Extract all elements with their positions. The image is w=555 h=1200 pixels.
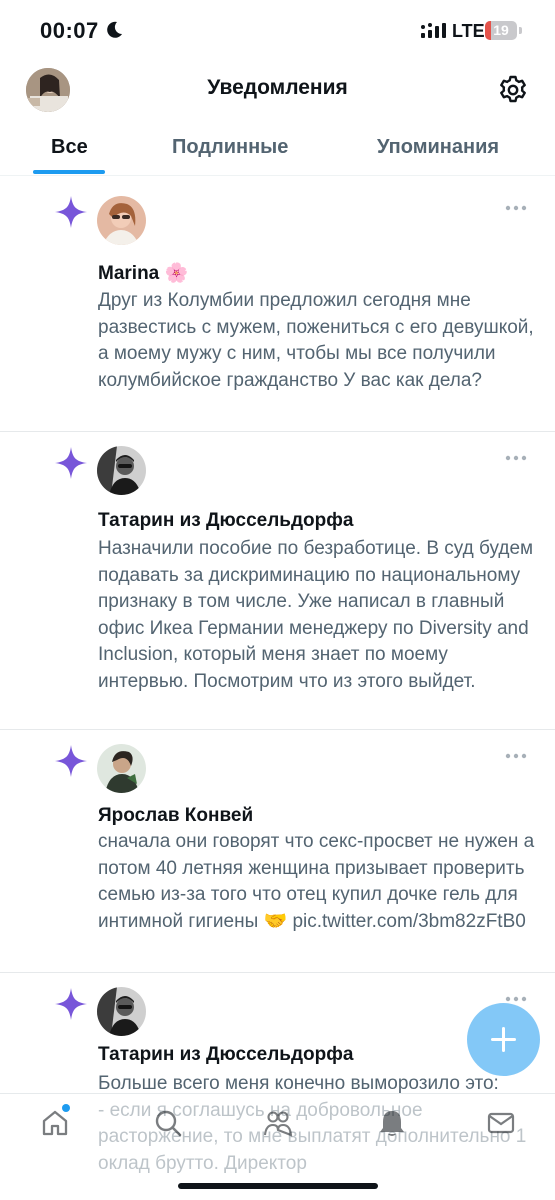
avatar[interactable] bbox=[97, 446, 146, 495]
battery-level: 19 bbox=[493, 22, 509, 38]
avatar-photo bbox=[97, 196, 146, 245]
tab-mentions[interactable]: Упоминания bbox=[377, 136, 499, 159]
more-options-icon[interactable] bbox=[505, 205, 527, 211]
tab-all[interactable]: Все bbox=[51, 136, 88, 159]
avatar[interactable] bbox=[97, 744, 146, 793]
network-type: LTE bbox=[452, 21, 485, 41]
gear-icon[interactable] bbox=[497, 74, 529, 106]
author-name[interactable]: Татарин из Дюссельдорфа bbox=[98, 510, 353, 532]
post-text: сначала они говорят что секс-просвет не … bbox=[98, 831, 535, 932]
sparkle-icon bbox=[55, 196, 87, 228]
author-name[interactable]: Ярослав Конвей bbox=[98, 805, 253, 827]
communities-icon[interactable] bbox=[263, 1108, 293, 1138]
tab-verified[interactable]: Подлинные bbox=[172, 136, 288, 159]
more-options-icon[interactable] bbox=[505, 455, 527, 461]
active-tab-indicator bbox=[33, 170, 105, 174]
avatar[interactable] bbox=[97, 987, 146, 1036]
avatar-photo bbox=[97, 446, 146, 495]
notification-item[interactable]: Татарин из Дюссельдорфа Назначили пособи… bbox=[0, 432, 555, 730]
more-options-icon[interactable] bbox=[505, 996, 527, 1002]
battery-indicator: 19 bbox=[485, 21, 517, 40]
post-text: Назначили пособие по безработице. В суд … bbox=[98, 538, 534, 692]
author-name[interactable]: Marina 🌸 bbox=[98, 261, 188, 285]
avatar[interactable] bbox=[97, 196, 146, 245]
more-options-icon[interactable] bbox=[505, 753, 527, 759]
page-title: Уведомления bbox=[207, 76, 348, 99]
notification-item[interactable]: Ярослав Конвей сначала они говорят что с… bbox=[0, 730, 555, 973]
home-indicator bbox=[178, 1183, 378, 1189]
home-icon[interactable] bbox=[40, 1108, 70, 1138]
battery-cap bbox=[519, 27, 522, 34]
search-icon[interactable] bbox=[153, 1108, 183, 1138]
signal-dots-icon bbox=[421, 23, 446, 38]
notification-item[interactable]: Marina 🌸 Друг из Колумбии предложил сего… bbox=[0, 176, 555, 432]
notification-tabs: Все Подлинные Упоминания bbox=[0, 118, 555, 176]
avatar-photo bbox=[97, 744, 146, 793]
app-header: Уведомления bbox=[0, 62, 555, 118]
compose-button[interactable] bbox=[467, 1003, 540, 1076]
sparkle-icon bbox=[55, 988, 87, 1020]
avatar-photo bbox=[97, 987, 146, 1036]
post-text: Друг из Колумбии предложил сегодня мне р… bbox=[98, 290, 534, 391]
moon-icon bbox=[107, 21, 122, 38]
sparkle-icon bbox=[55, 745, 87, 777]
author-name[interactable]: Татарин из Дюссельдорфа bbox=[98, 1044, 353, 1066]
status-time: 00:07 bbox=[40, 18, 99, 43]
mail-icon[interactable] bbox=[486, 1108, 516, 1138]
plus-icon-stroke bbox=[502, 1027, 505, 1052]
bell-icon[interactable] bbox=[377, 1108, 407, 1138]
sparkle-icon bbox=[55, 447, 87, 479]
home-notification-dot bbox=[62, 1104, 70, 1112]
status-bar: 00:07 LTE 19 bbox=[0, 0, 555, 62]
